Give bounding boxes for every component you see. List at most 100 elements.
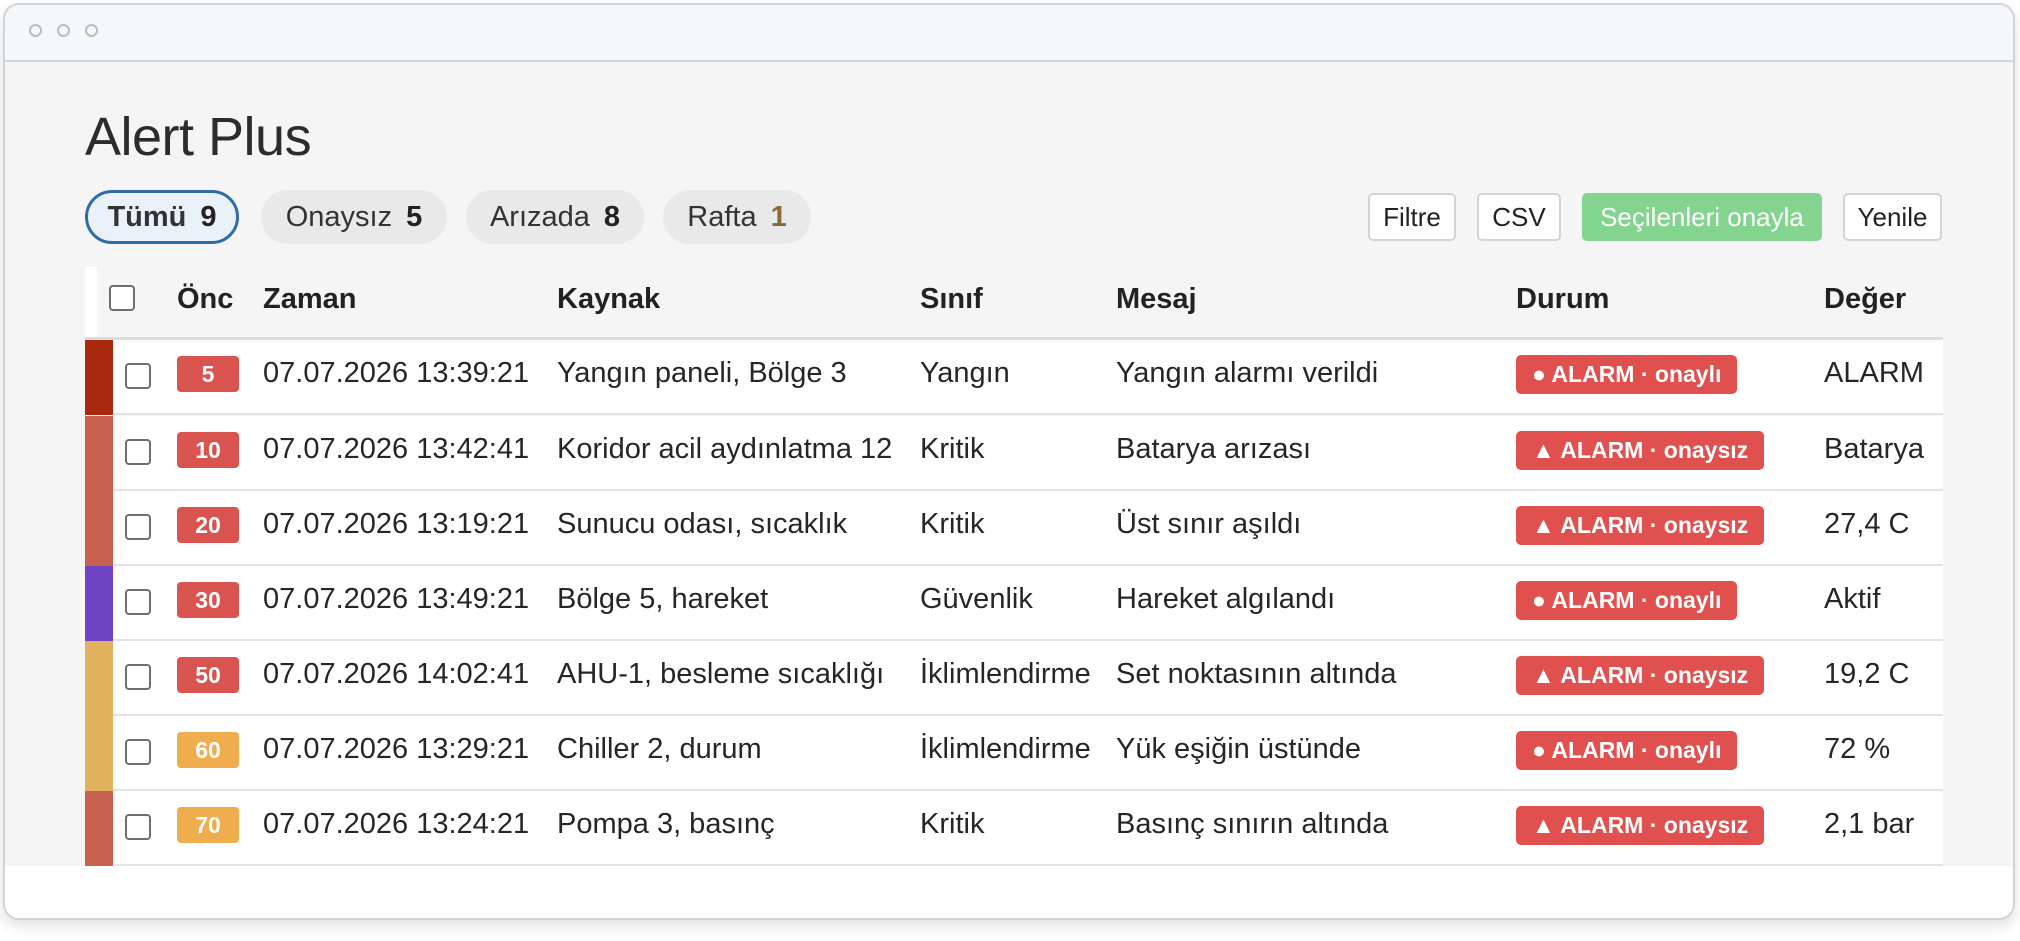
cell-class: Kritik bbox=[920, 433, 985, 465]
priority-badge: 50 bbox=[177, 657, 239, 693]
cell-time: 07.07.2026 14:02:41 bbox=[263, 658, 530, 690]
tab-shelved[interactable]: Rafta 1 bbox=[663, 190, 811, 244]
table-row[interactable]: 30 07.07.2026 13:49:21 Bölge 5, hareket Güv… bbox=[85, 566, 1943, 641]
severity-color-bar bbox=[85, 566, 113, 641]
csv-button[interactable]: CSV bbox=[1477, 193, 1561, 241]
tab-label: Rafta bbox=[687, 200, 757, 233]
column-header-time[interactable]: Zaman bbox=[263, 283, 356, 316]
severity-color-bar bbox=[85, 641, 113, 716]
bottom-area bbox=[5, 866, 2013, 918]
cell-value: 72 % bbox=[1824, 733, 1891, 765]
tab-label: Onaysız bbox=[285, 200, 393, 233]
priority-badge: 60 bbox=[177, 732, 239, 768]
tab-count: 9 bbox=[200, 200, 217, 233]
window-close-icon[interactable] bbox=[29, 24, 42, 37]
cell-message: Set noktasının altında bbox=[1116, 658, 1397, 690]
cell-value: 19,2 C bbox=[1824, 658, 1910, 690]
cell-time: 07.07.2026 13:42:41 bbox=[263, 433, 530, 465]
cell-time: 07.07.2026 13:19:21 bbox=[263, 508, 530, 540]
cell-class: Kritik bbox=[920, 508, 985, 540]
window-maximize-icon[interactable] bbox=[85, 24, 98, 37]
column-header-priority[interactable]: Önc bbox=[177, 283, 233, 316]
priority-badge: 70 bbox=[177, 807, 239, 843]
status-badge: ▲ ALARM · onaysız bbox=[1516, 506, 1765, 545]
cell-class: Kritik bbox=[920, 808, 985, 840]
cell-value: 27,4 C bbox=[1824, 508, 1910, 540]
title-bar bbox=[5, 5, 2013, 62]
cell-class: İklimlendirme bbox=[920, 658, 1091, 690]
status-badge: ● ALARM · onaylı bbox=[1516, 731, 1738, 770]
cell-source: Koridor acil aydınlatma 12 bbox=[557, 433, 893, 465]
row-select-checkbox[interactable] bbox=[125, 589, 151, 615]
status-badge: ▲ ALARM · onaysız bbox=[1516, 431, 1765, 470]
priority-badge: 10 bbox=[177, 432, 239, 468]
cell-message: Yük eşiğin üstünde bbox=[1116, 733, 1362, 765]
header-left-strip bbox=[85, 267, 97, 340]
tab-faulted[interactable]: Arızada 8 bbox=[466, 190, 644, 244]
tab-count: 5 bbox=[406, 200, 423, 233]
column-header-class[interactable]: Sınıf bbox=[920, 283, 983, 316]
table-row[interactable]: 5 07.07.2026 13:39:21 Yangın paneli, Bölge… bbox=[85, 340, 1943, 415]
priority-badge: 5 bbox=[177, 356, 239, 392]
cell-value: Aktif bbox=[1824, 583, 1881, 615]
cell-class: İklimlendirme bbox=[920, 733, 1091, 765]
tab-unacknowledged[interactable]: Onaysız 5 bbox=[261, 190, 447, 244]
column-header-value[interactable]: Değer bbox=[1824, 283, 1906, 316]
table-row[interactable]: 60 07.07.2026 13:29:21 Chiller 2, durum İkl… bbox=[85, 716, 1943, 791]
cell-source: Chiller 2, durum bbox=[557, 733, 762, 765]
row-select-checkbox[interactable] bbox=[125, 514, 151, 540]
table-header: Önc Zaman Kaynak Sınıf Mesaj Durum Değer bbox=[85, 267, 1943, 340]
cell-source: AHU-1, besleme sıcaklığı bbox=[557, 658, 885, 690]
approve-selected-button[interactable]: Seçilenleri onayla bbox=[1582, 193, 1822, 241]
row-select-checkbox[interactable] bbox=[125, 739, 151, 765]
cell-source: Pompa 3, basınç bbox=[557, 808, 775, 840]
filter-button[interactable]: Filtre bbox=[1368, 193, 1456, 241]
window-minimize-icon[interactable] bbox=[57, 24, 70, 37]
cell-source: Bölge 5, hareket bbox=[557, 583, 769, 615]
row-select-checkbox[interactable] bbox=[125, 439, 151, 465]
tab-count: 8 bbox=[603, 200, 621, 233]
column-header-source[interactable]: Kaynak bbox=[557, 283, 660, 316]
cell-class: Yangın bbox=[920, 357, 1010, 389]
cell-time: 07.07.2026 13:24:21 bbox=[263, 808, 530, 840]
table-row[interactable]: 70 07.07.2026 13:24:21 Pompa 3, basınç Krit… bbox=[85, 791, 1943, 866]
page-title: Alert Plus bbox=[85, 107, 312, 167]
status-badge: ● ALARM · onaylı bbox=[1516, 355, 1738, 394]
row-select-checkbox[interactable] bbox=[125, 363, 151, 389]
select-all-checkbox[interactable] bbox=[109, 285, 135, 311]
main-content: Alert Plus Tümü 9 Onaysız 5 Arızada 8 Ra… bbox=[5, 62, 2013, 866]
cell-time: 07.07.2026 13:29:21 bbox=[263, 733, 530, 765]
table-row[interactable]: 10 07.07.2026 13:42:41 Koridor acil aydınl… bbox=[85, 416, 1943, 491]
cell-value: Batarya bbox=[1824, 433, 1924, 465]
table-row[interactable]: 50 07.07.2026 14:02:41 AHU-1, besleme sıca… bbox=[85, 641, 1943, 716]
cell-class: Güvenlik bbox=[920, 583, 1033, 615]
app-window: Alert Plus Tümü 9 Onaysız 5 Arızada 8 Ra… bbox=[3, 3, 2015, 920]
refresh-button[interactable]: Yenile bbox=[1843, 193, 1942, 241]
tab-count: 1 bbox=[770, 200, 787, 233]
cell-source: Sunucu odası, sıcaklık bbox=[557, 508, 848, 540]
cell-time: 07.07.2026 13:49:21 bbox=[263, 583, 530, 615]
cell-message: Üst sınır aşıldı bbox=[1116, 508, 1302, 540]
severity-color-bar bbox=[85, 716, 113, 791]
status-badge: ● ALARM · onaylı bbox=[1516, 581, 1738, 620]
tab-label: Tümü bbox=[107, 200, 187, 233]
severity-color-bar bbox=[85, 340, 113, 415]
cell-value: 2,1 bar bbox=[1824, 808, 1915, 840]
row-select-checkbox[interactable] bbox=[125, 814, 151, 840]
severity-color-bar bbox=[85, 791, 113, 866]
cell-message: Batarya arızası bbox=[1116, 433, 1312, 465]
severity-color-bar bbox=[85, 491, 113, 566]
cell-time: 07.07.2026 13:39:21 bbox=[263, 357, 530, 389]
status-badge: ▲ ALARM · onaysız bbox=[1516, 656, 1765, 695]
cell-message: Hareket algılandı bbox=[1116, 583, 1336, 615]
cell-source: Yangın paneli, Bölge 3 bbox=[557, 357, 847, 389]
row-select-checkbox[interactable] bbox=[125, 664, 151, 690]
tab-label: Arızada bbox=[489, 200, 590, 233]
column-header-status[interactable]: Durum bbox=[1516, 283, 1609, 316]
column-header-message[interactable]: Mesaj bbox=[1116, 283, 1197, 316]
table-row[interactable]: 20 07.07.2026 13:19:21 Sunucu odası, sıcak… bbox=[85, 491, 1943, 566]
cell-message: Yangın alarmı verildi bbox=[1116, 357, 1379, 389]
tab-all[interactable]: Tümü 9 bbox=[85, 190, 239, 244]
priority-badge: 20 bbox=[177, 507, 239, 543]
severity-color-bar bbox=[85, 416, 113, 491]
